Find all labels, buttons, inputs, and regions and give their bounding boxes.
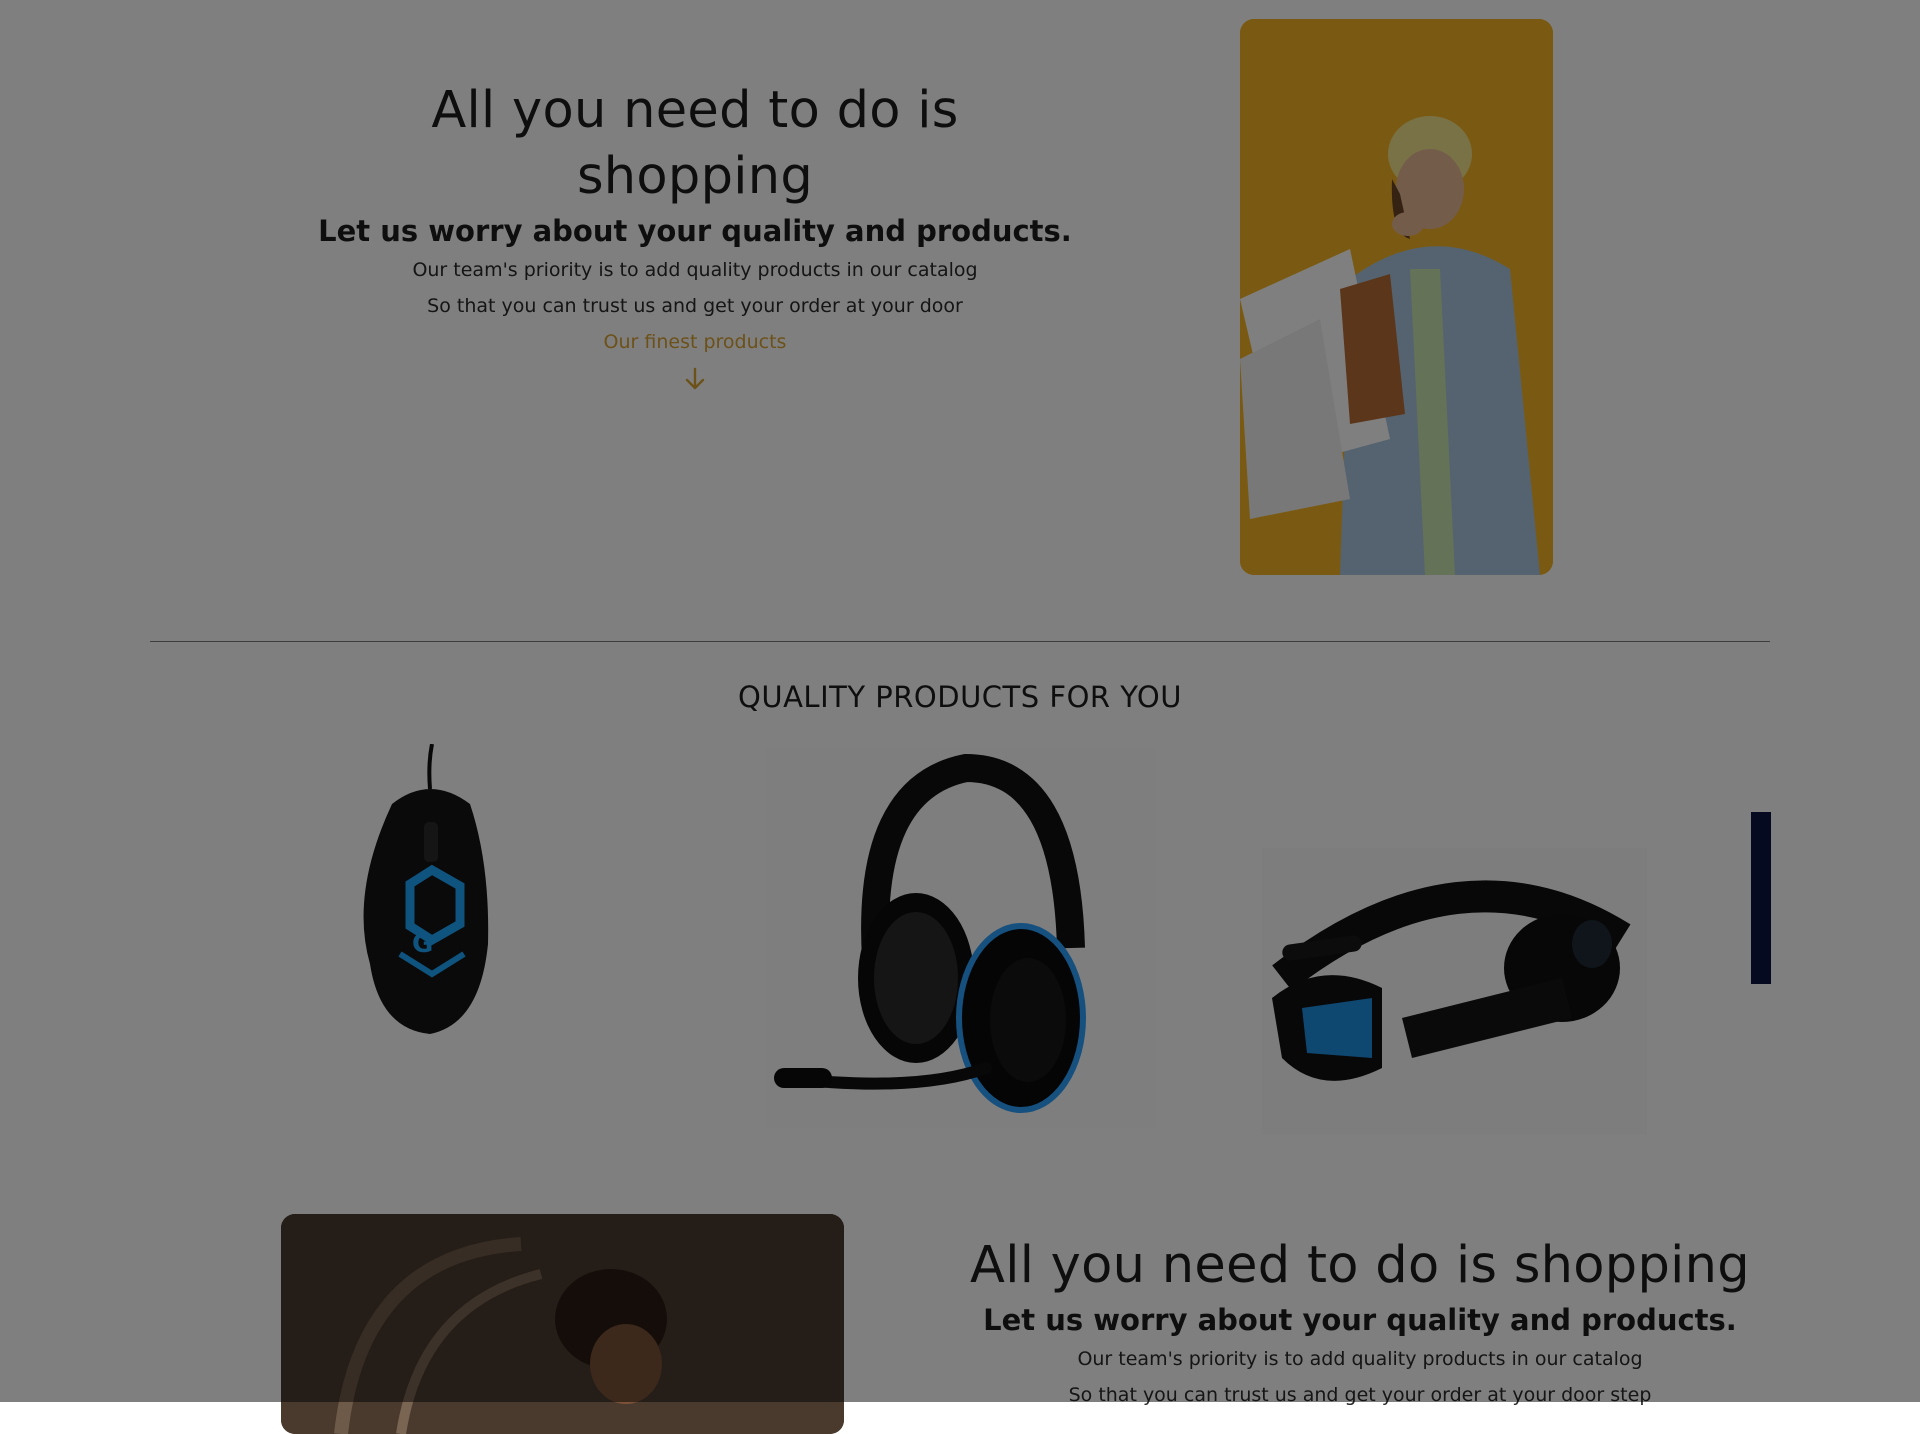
hero-subheading: Let us worry about your quality and prod… bbox=[318, 214, 1072, 248]
hero-top-text: All you need to do is shopping Let us wo… bbox=[310, 78, 1080, 392]
hero-shopping-woman-image bbox=[1240, 19, 1553, 575]
section-subheading: Let us worry about your quality and prod… bbox=[983, 1303, 1737, 1337]
product-gaming-mouse[interactable]: G bbox=[340, 743, 510, 1034]
svg-text:G: G bbox=[412, 929, 433, 959]
hero-line-2: So that you can trust us and get your or… bbox=[427, 295, 963, 317]
hero-line-1: Our team's priority is to add quality pr… bbox=[412, 259, 978, 281]
quality-products-title: QUALITY PRODUCTS FOR YOU bbox=[738, 680, 1182, 714]
section-heading: All you need to do is shopping bbox=[970, 1236, 1750, 1295]
product-partial-next[interactable] bbox=[1751, 812, 1771, 984]
section-line-1: Our team's priority is to add quality pr… bbox=[1077, 1348, 1643, 1370]
landing-page: All you need to do is shopping Let us wo… bbox=[0, 0, 1920, 1434]
section-line-2: So that you can trust us and get your or… bbox=[1068, 1384, 1652, 1406]
finest-products-link[interactable]: Our finest products bbox=[604, 324, 787, 360]
hero-heading: All you need to do is shopping bbox=[431, 81, 959, 206]
product-headset-black[interactable] bbox=[766, 748, 1156, 1128]
hero-bottom-text: All you need to do is shopping Let us wo… bbox=[960, 1233, 1760, 1413]
section-divider bbox=[150, 641, 1770, 642]
second-section-image bbox=[281, 1214, 844, 1434]
product-headset-blue[interactable] bbox=[1262, 848, 1647, 1134]
arrow-down-icon[interactable] bbox=[683, 366, 707, 392]
